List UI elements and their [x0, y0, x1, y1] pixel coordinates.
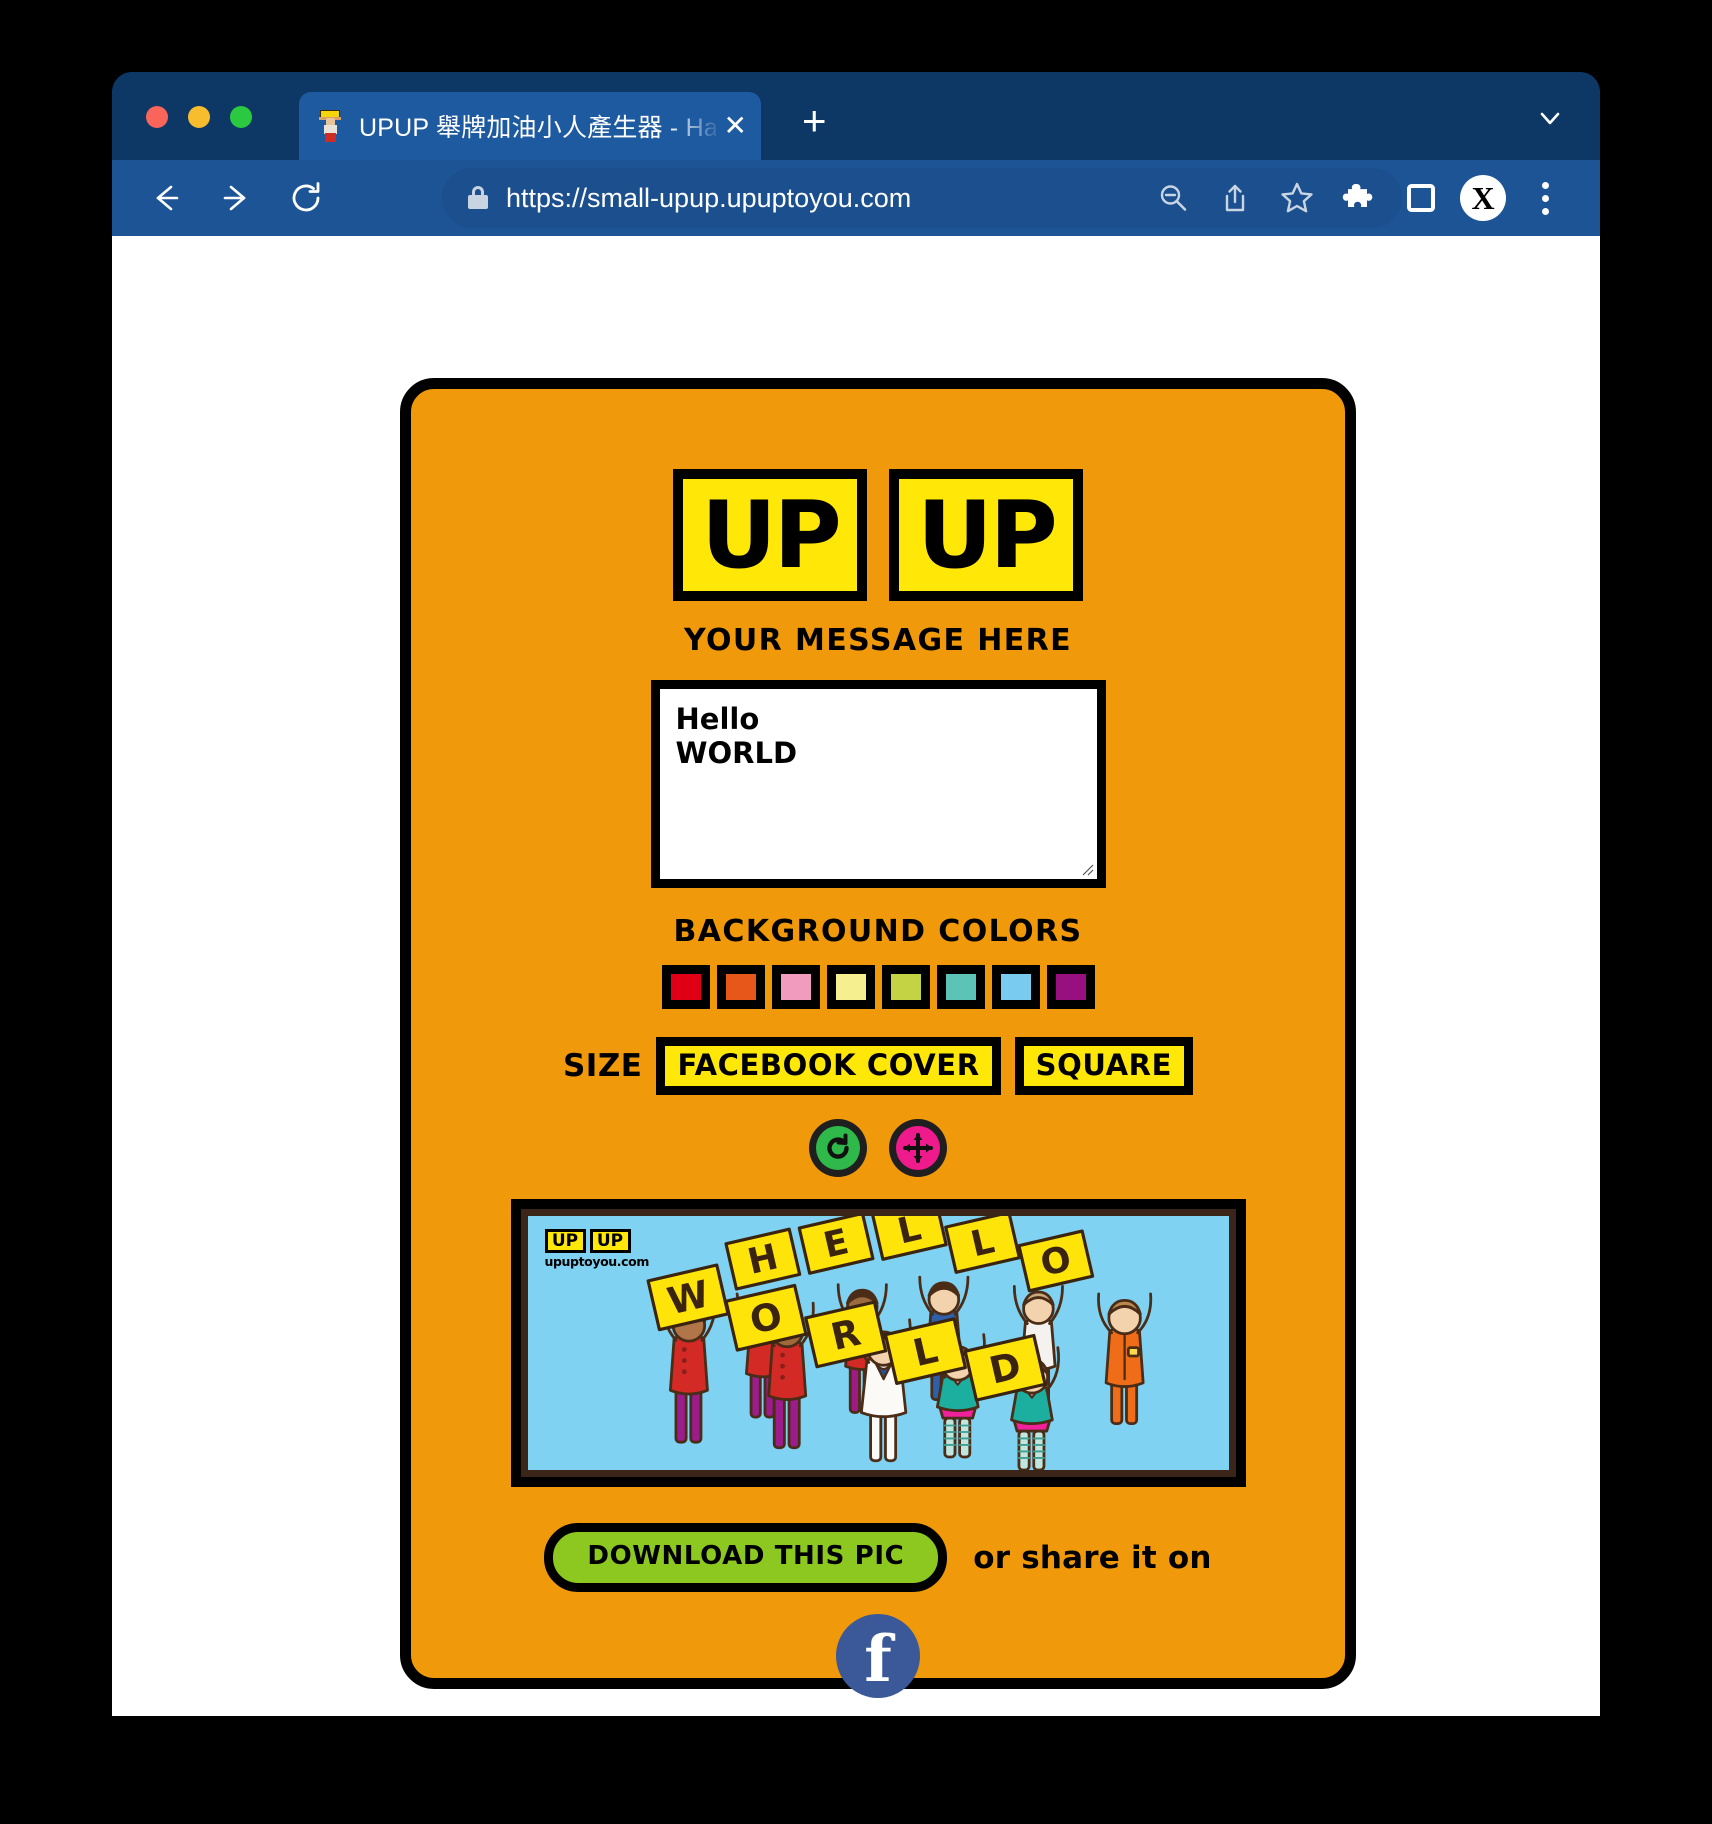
move-button[interactable]	[889, 1119, 947, 1178]
swatch-light-blue[interactable]	[991, 965, 1040, 1009]
facebook-letter: f	[864, 1622, 892, 1698]
swatch-purple[interactable]	[1046, 965, 1095, 1009]
swatch-orange[interactable]	[716, 965, 765, 1009]
swatch-pale-yellow[interactable]	[826, 965, 875, 1009]
browser-window: UPUP 舉牌加油小人產生器 - Ha ✕ + https://small-up…	[112, 72, 1600, 1716]
zoom-out-icon[interactable]	[1142, 167, 1204, 229]
social-share-row: f	[411, 1614, 1345, 1699]
action-button-row	[411, 1119, 1345, 1178]
facebook-icon[interactable]: f	[836, 1614, 920, 1699]
window-traffic-lights	[146, 106, 252, 128]
new-tab-button[interactable]: +	[802, 100, 827, 142]
download-button[interactable]: DOWNLOAD THIS PIC	[544, 1523, 948, 1593]
browser-toolbar: https://small-upup.upuptoyou.com X	[112, 160, 1600, 236]
sidebar-panel-icon[interactable]	[1390, 167, 1452, 229]
avatar-letter: X	[1460, 175, 1506, 221]
move-arrows-icon	[896, 1126, 940, 1171]
share-prompt-text: or share it on	[973, 1539, 1212, 1576]
logo-text-right: UP	[917, 480, 1058, 589]
bookmark-star-icon[interactable]	[1266, 167, 1328, 229]
browser-tab[interactable]: UPUP 舉牌加油小人產生器 - Ha ✕	[299, 92, 761, 160]
back-icon[interactable]	[140, 172, 192, 224]
upup-person-favicon	[317, 110, 343, 142]
message-section-label: YOUR MESSAGE HERE	[683, 623, 1073, 658]
chevron-down-icon[interactable]	[1536, 104, 1564, 132]
reload-icon[interactable]	[280, 172, 332, 224]
tab-title: UPUP 舉牌加油小人產生器 - Ha	[359, 114, 716, 142]
forward-icon[interactable]	[210, 172, 262, 224]
message-textarea-wrapper	[650, 680, 1106, 888]
upup-logo: UP UP	[411, 389, 1345, 601]
maximize-window-button[interactable]	[230, 106, 252, 128]
profile-avatar[interactable]: X	[1452, 167, 1514, 229]
swatch-yellow-green[interactable]	[881, 965, 930, 1009]
crowd-illustration: H E L L O W O R L D	[646, 1216, 1152, 1471]
background-color-swatches	[411, 965, 1345, 1009]
screenshot-root: UPUP 舉牌加油小人產生器 - Ha ✕ + https://small-up…	[0, 0, 1712, 1824]
toolbar-icon-group: X	[1142, 160, 1576, 236]
size-option-facebook-cover[interactable]: FACEBOOK COVER	[656, 1037, 1001, 1096]
page-viewport: UP UP YOUR MESSAGE HERE BACKGROUND C	[112, 236, 1600, 1716]
tab-strip: UPUP 舉牌加油小人產生器 - Ha ✕ +	[112, 72, 1600, 160]
size-option-square[interactable]: SQUARE	[1014, 1037, 1194, 1096]
upup-generator-card: UP UP YOUR MESSAGE HERE BACKGROUND C	[400, 378, 1356, 1699]
more-menu-icon[interactable]	[1514, 167, 1576, 229]
size-label: SIZE	[562, 1048, 643, 1085]
swatch-teal[interactable]	[936, 965, 985, 1009]
swatch-red[interactable]	[661, 965, 710, 1009]
download-share-row: DOWNLOAD THIS PIC or share it on	[411, 1523, 1345, 1593]
preview-canvas: UP UP upuptoyou.com H E L L O W O R L D	[527, 1216, 1229, 1471]
extensions-puzzle-icon[interactable]	[1328, 167, 1390, 229]
background-colors-label: BACKGROUND COLORS	[673, 914, 1083, 949]
lock-icon	[468, 186, 488, 210]
logo-text-left: UP	[701, 480, 842, 589]
size-selector-row: SIZE FACEBOOK COVER SQUARE	[411, 1037, 1345, 1096]
swatch-pink[interactable]	[771, 965, 820, 1009]
url-text: https://small-upup.upuptoyou.com	[506, 182, 912, 213]
logo-box-left: UP	[673, 469, 867, 601]
close-icon[interactable]: ✕	[724, 112, 747, 140]
refresh-button[interactable]	[809, 1119, 867, 1178]
minimize-window-button[interactable]	[188, 106, 210, 128]
refresh-icon	[816, 1126, 860, 1171]
close-window-button[interactable]	[146, 106, 168, 128]
preview-frame: UP UP upuptoyou.com H E L L O W O R L D	[510, 1199, 1246, 1488]
message-input[interactable]	[659, 689, 1097, 879]
share-icon[interactable]	[1204, 167, 1266, 229]
logo-box-right: UP	[889, 469, 1083, 601]
